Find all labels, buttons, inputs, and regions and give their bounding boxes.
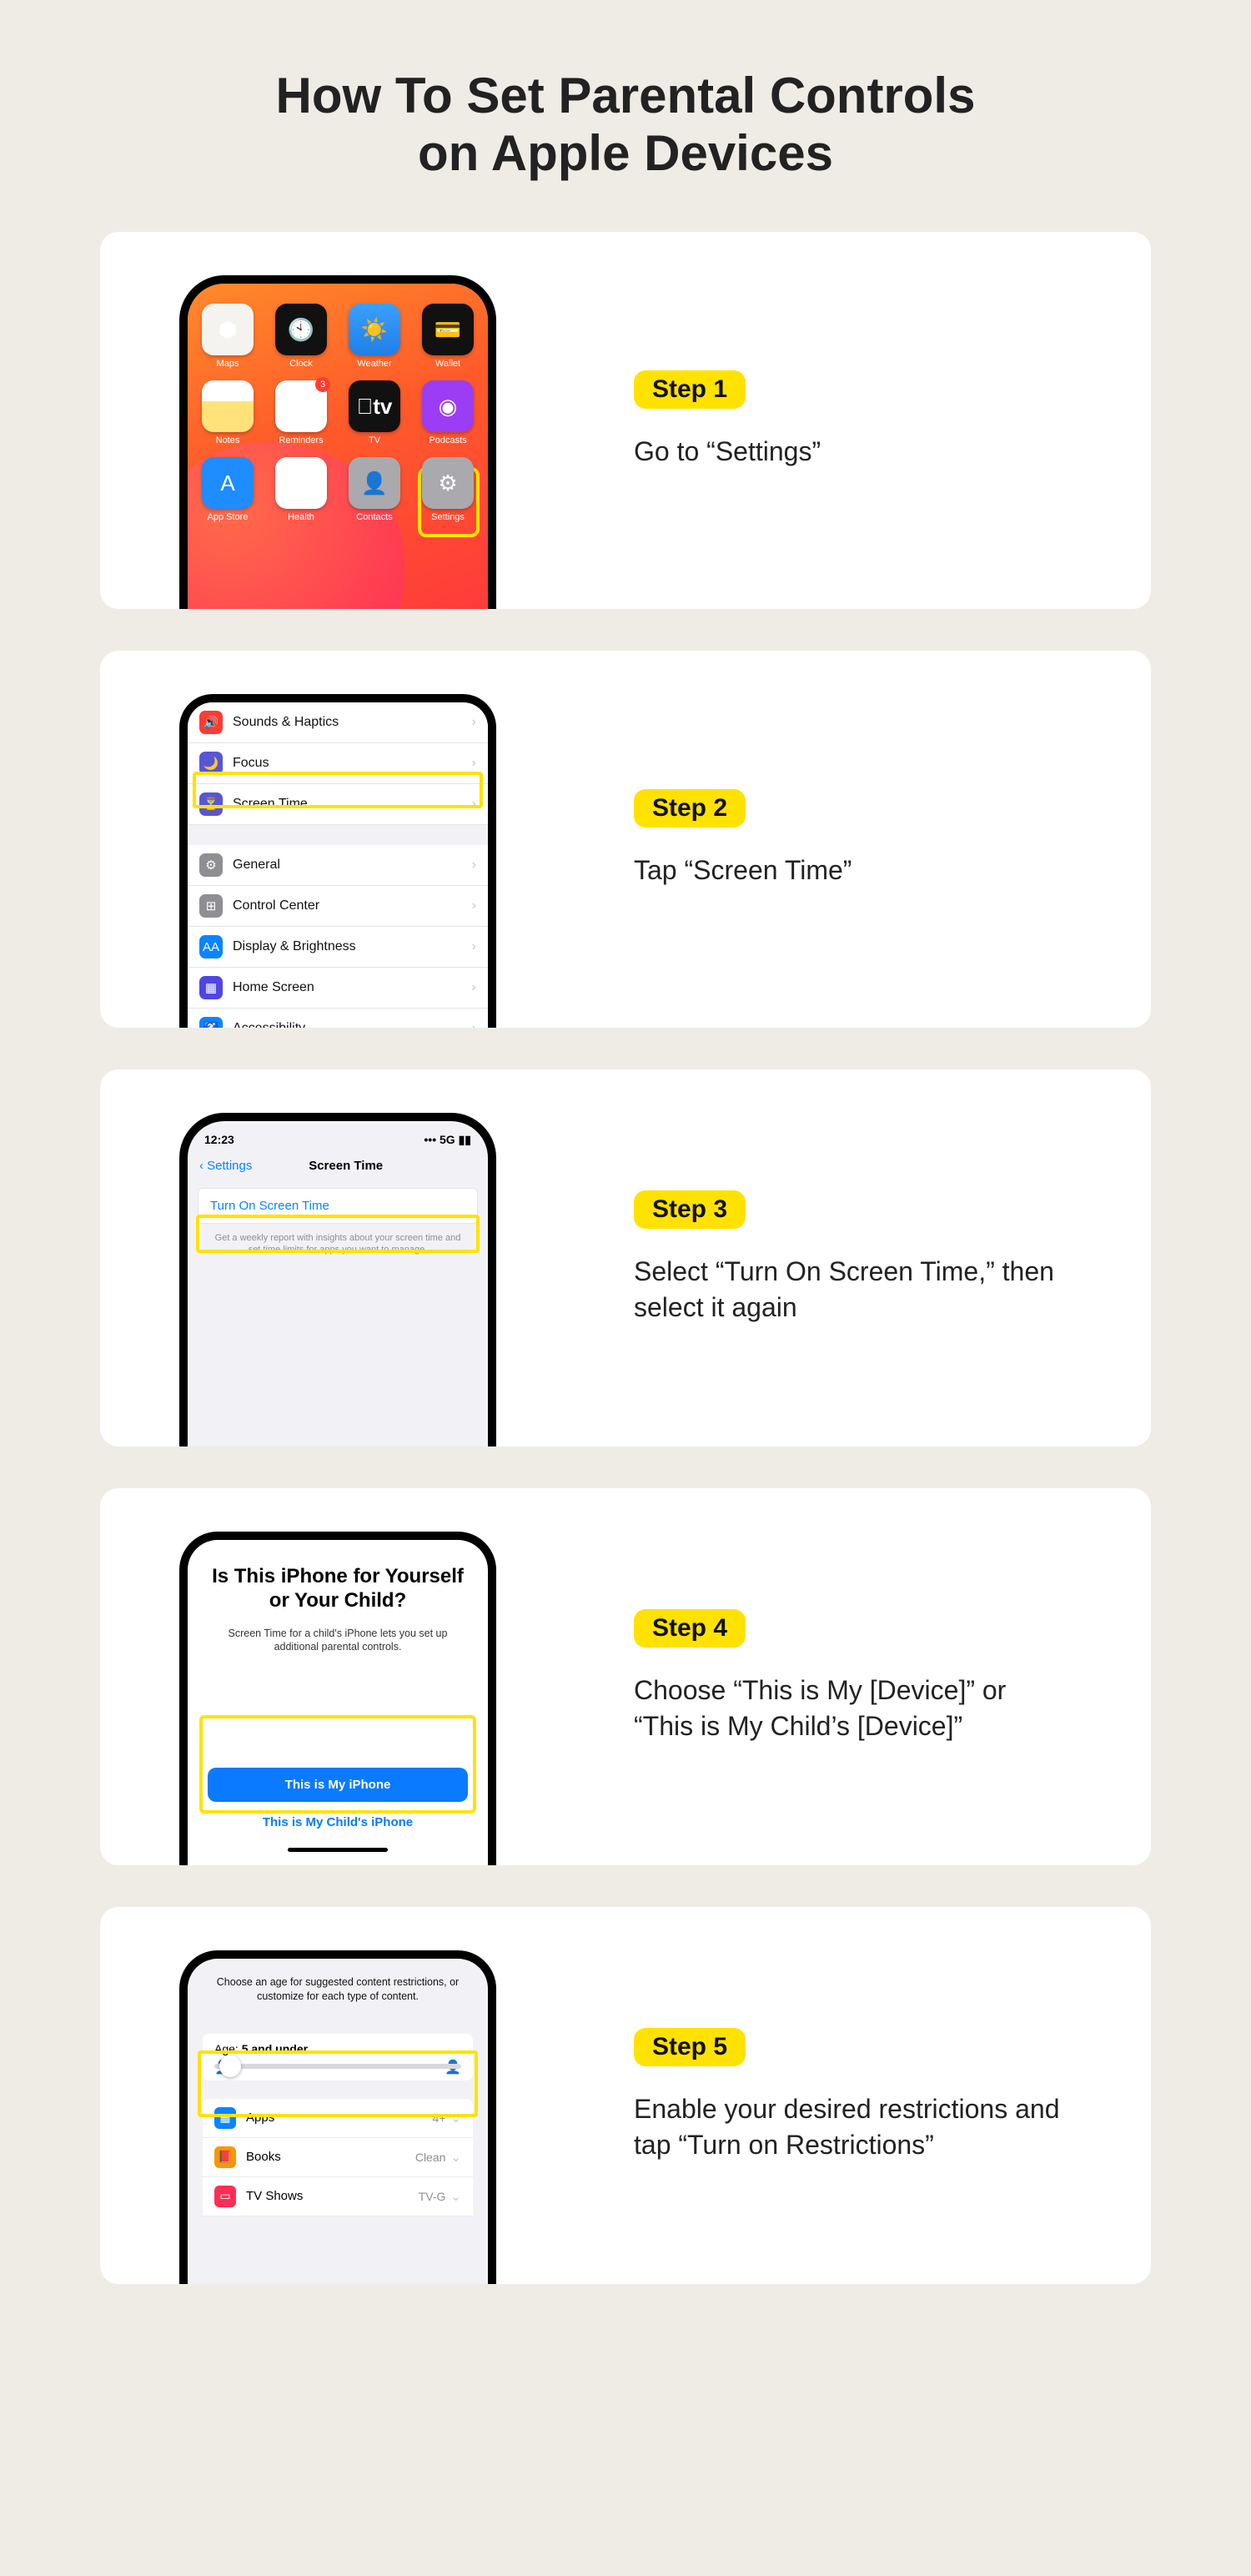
this-is-my-childs-iphone-button[interactable]: This is My Child's iPhone (208, 1802, 468, 1833)
step-card-3: 12:23 ••• 5G ▮▮ ‹ Settings Screen Time T… (100, 1069, 1151, 1446)
phone-mock-ownership: Is This iPhone for Yourself or Your Chil… (179, 1532, 496, 1865)
step-desc: Select “Turn On Screen Time,” then selec… (634, 1254, 1068, 1326)
step-card-2: 🔊Sounds & Haptics› 🌙Focus› ⏳Screen Time›… (100, 651, 1151, 1028)
step-badge: Step 2 (634, 789, 746, 828)
step-card-4: Is This iPhone for Yourself or Your Chil… (100, 1488, 1151, 1865)
step-badge: Step 4 (634, 1609, 746, 1648)
turn-on-screen-time-button[interactable]: Turn On Screen Time (198, 1188, 478, 1224)
restriction-row[interactable]: ▦Apps4+⌄ (203, 2099, 473, 2138)
step-desc: Go to “Settings” (634, 434, 1068, 470)
step-desc: Tap “Screen Time” (634, 853, 1068, 888)
page-title: How To Set Parental Controls on Apple De… (167, 67, 1084, 182)
step-badge: Step 3 (634, 1190, 746, 1229)
this-is-my-iphone-button[interactable]: This is My iPhone (208, 1768, 468, 1802)
restriction-row[interactable]: ▭TV ShowsTV-G⌄ (203, 2177, 473, 2216)
slider-knob[interactable] (219, 2055, 241, 2077)
step-badge: Step 5 (634, 2028, 746, 2066)
phone-mock-home: ⬢Maps 🕙Clock ☀️Weather 💳Wallet Notes ☰3R… (179, 275, 496, 609)
restriction-row[interactable]: 📕BooksClean⌄ (203, 2138, 473, 2177)
step-desc: Choose “This is My [Device]” or “This is… (634, 1673, 1068, 1744)
step-badge: Step 1 (634, 370, 746, 409)
phone-mock-screen-time: 12:23 ••• 5G ▮▮ ‹ Settings Screen Time T… (179, 1113, 496, 1446)
phone-mock-settings: 🔊Sounds & Haptics› 🌙Focus› ⏳Screen Time›… (179, 694, 496, 1028)
phone-mock-restrictions: Choose an age for suggested content rest… (179, 1950, 496, 2284)
settings-app-icon[interactable]: ⚙ (422, 457, 474, 509)
step-card-1: ⬢Maps 🕙Clock ☀️Weather 💳Wallet Notes ☰3R… (100, 232, 1151, 609)
app-store-icon: A (202, 457, 254, 509)
age-slider-box[interactable]: Age: 5 and under 👤 👤 (203, 2034, 473, 2080)
step-desc: Enable your desired restrictions and tap… (634, 2091, 1068, 2163)
step-card-5: Choose an age for suggested content rest… (100, 1907, 1151, 2284)
screen-time-row[interactable]: ⏳Screen Time› (188, 784, 488, 825)
